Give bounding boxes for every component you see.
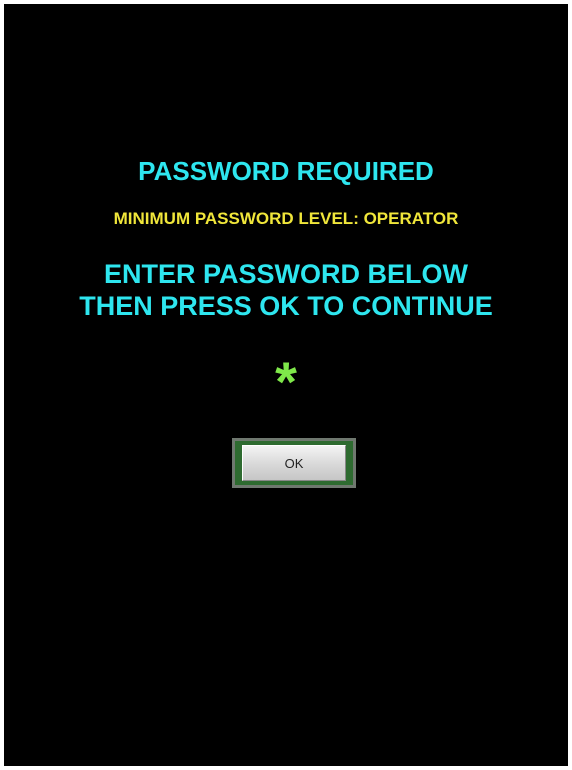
password-screen: PASSWORD REQUIRED MINIMUM PASSWORD LEVEL… xyxy=(4,4,568,766)
instructions: ENTER PASSWORD BELOW THEN PRESS OK TO CO… xyxy=(4,258,568,322)
ok-button-label: OK xyxy=(242,445,346,481)
instructions-line-2: THEN PRESS OK TO CONTINUE xyxy=(79,291,493,321)
ok-button[interactable]: OK xyxy=(232,438,356,488)
password-input[interactable]: * xyxy=(236,350,336,413)
minimum-level-label: MINIMUM PASSWORD LEVEL: OPERATOR xyxy=(113,209,459,228)
instructions-line-1: ENTER PASSWORD BELOW xyxy=(104,259,468,289)
page-title: PASSWORD REQUIRED xyxy=(138,156,434,186)
